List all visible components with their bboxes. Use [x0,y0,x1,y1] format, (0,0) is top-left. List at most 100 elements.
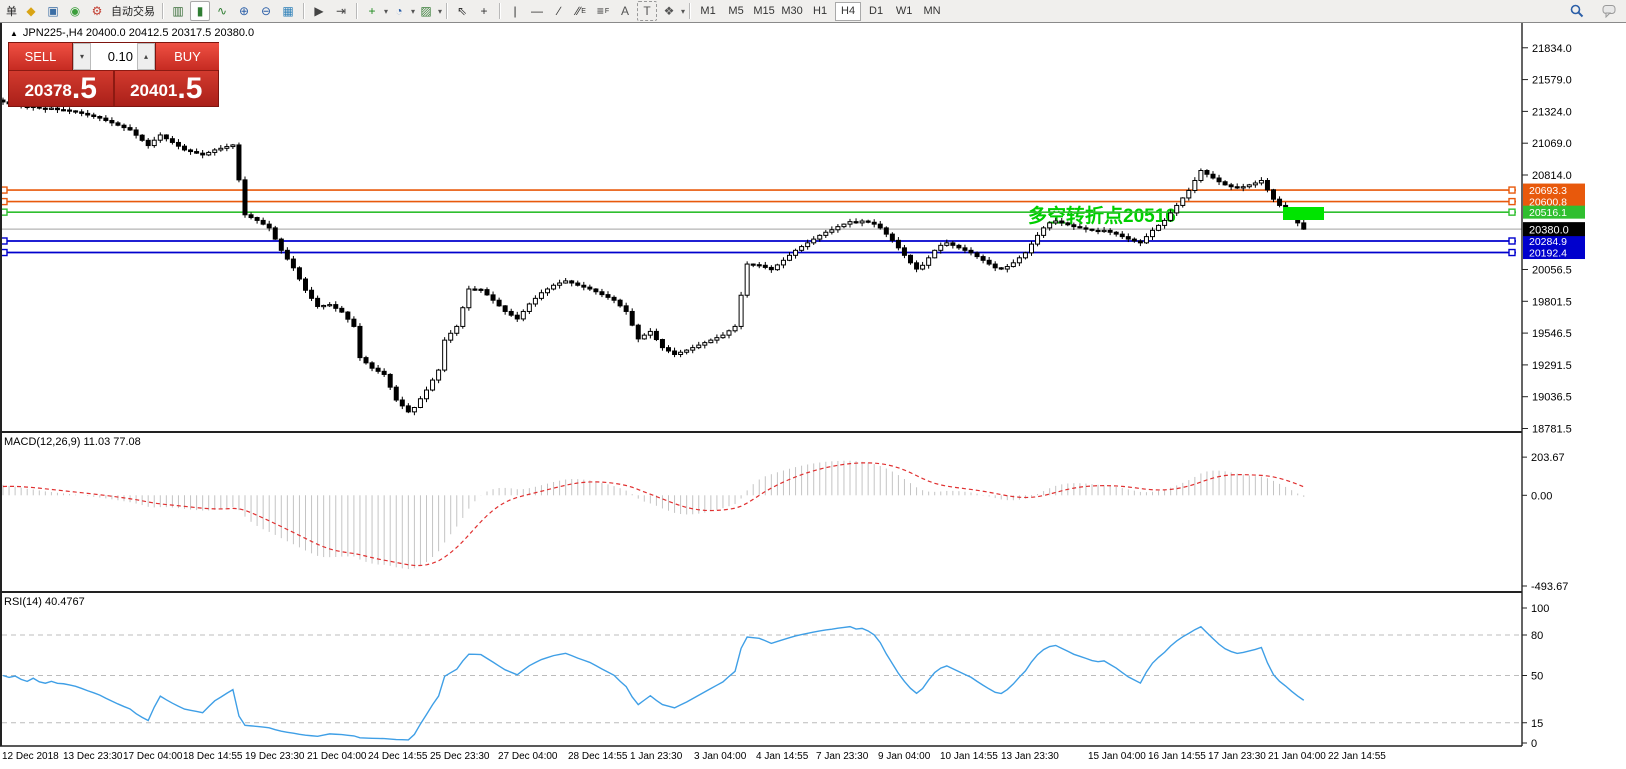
chart-shift-icon[interactable]: ⇥ [331,1,351,21]
autotrading-icon[interactable]: ⚙ [87,1,107,21]
text-icon[interactable]: A [615,1,635,21]
price-tick-label: 19291.5 [1532,360,1572,372]
indicators-icon-dropdown[interactable]: ▾ [384,7,388,16]
timeframe-button-D1[interactable]: D1 [863,2,889,21]
chart-area[interactable]: 多空转折点2051621834.021579.021324.021069.020… [0,0,1626,769]
line-anchor [1508,186,1516,194]
time-axis-label: 25 Dec 23:30 [430,751,490,762]
auto-scroll-icon[interactable]: ▶ [309,1,329,21]
buy-price[interactable]: 20401.5 [114,71,218,106]
price-tick-label: 20056.5 [1532,264,1572,276]
equidistant-channel-icon[interactable]: ∕∕ E [571,1,591,21]
sell-price-frac: .5 [71,72,97,105]
collapse-icon[interactable]: ▲ [10,29,18,38]
sell-price[interactable]: 20378.5 [9,71,113,106]
line-chart-icon[interactable]: ∿ [212,1,232,21]
crosshair-icon[interactable]: + [474,1,494,21]
rsi-axis-label: 50 [1531,671,1543,683]
timeframe-button-H4[interactable]: H4 [835,1,862,21]
price-tick-label: 21069.0 [1532,138,1572,150]
time-axis-label: 18 Dec 14:55 [183,751,243,762]
fibonacci-icon[interactable]: ≡ F [593,1,613,21]
trade-panel-top-row: SELL ▾ ▴ BUY [9,43,219,70]
trendline-icon[interactable]: ∕ [549,1,569,21]
time-axis-label: 28 Dec 14:55 [568,751,628,762]
tile-windows-icon[interactable]: ▦ [278,1,298,21]
zoom-in-icon[interactable]: ⊕ [234,1,254,21]
chart-window-icon[interactable]: ▣ [43,1,63,21]
price-tick-label: 18781.5 [1532,424,1572,436]
line-anchor [1508,248,1516,257]
arrows-icon[interactable]: ❖ [659,1,679,21]
horizontal-line-icon[interactable]: — [527,1,547,21]
sell-price-main: 20378 [24,81,72,101]
toolbar-separator [303,3,304,19]
time-axis-label: 21 Jan 04:00 [1268,751,1326,762]
timeframe-button-M15[interactable]: M15 [751,2,777,21]
time-axis-label: 10 Jan 14:55 [940,751,998,762]
macd-signal-line [2,462,1304,567]
time-axis-label: 13 Jan 23:30 [1001,751,1059,762]
cursor-icon[interactable]: ⇖ [452,1,472,21]
time-axis-label: 3 Jan 04:00 [694,751,747,762]
macd-axis-label: 203.67 [1531,452,1565,464]
zoom-out-icon[interactable]: ⊖ [256,1,276,21]
orders-label[interactable]: 单 [6,3,17,19]
price-tick-label: 20814.0 [1532,170,1572,182]
toolbar-right-group [1566,1,1626,21]
price-tick-label: 19801.5 [1532,296,1572,308]
volume-stepper: ▾ ▴ [72,43,156,70]
line-anchor [1508,208,1516,216]
main-toolbar: 单 ◆ ▣ ◉ ⚙ 自动交易 ▥ ▮ ∿ ⊕ ⊖ ▦ ▶ ⇥ + ▾ ◔ ▾ ▨ ▾ ⇖ + | — ∕ ∕∕ E ≡ F A T ❖ ▾ M1 M… [0,0,1626,23]
chat-icon[interactable] [1599,1,1619,21]
rsi-axis-label: 80 [1531,630,1543,642]
text-label-icon[interactable]: T [637,1,658,21]
trade-panel-price-row: 20378.5 20401.5 [9,71,218,106]
macd-indicator-label: MACD(12,26,9) 11.03 77.08 [4,436,141,448]
volume-input[interactable] [91,43,137,70]
green-highlight-box [1283,207,1324,220]
timeframe-button-MN[interactable]: MN [919,2,945,21]
bar-chart-icon[interactable]: ▥ [168,1,188,21]
rsi-axis-label: 100 [1531,603,1549,615]
templates-icon-dropdown[interactable]: ▾ [438,7,442,16]
timeframe-button-M1[interactable]: M1 [695,2,721,21]
timeframe-button-H1[interactable]: H1 [807,2,833,21]
candles [0,97,1307,416]
signals-icon[interactable]: ◉ [65,1,85,21]
buy-price-main: 20401 [130,81,178,101]
toolbar-left-group: 单 ◆ ▣ ◉ ⚙ 自动交易 ▥ ▮ ∿ ⊕ ⊖ ▦ ▶ ⇥ + ▾ ◔ ▾ ▨ ▾ ⇖ + | — ∕ ∕∕ E ≡ F A T ❖ ▾ M1 M… [0,0,946,22]
time-axis-label: 4 Jan 14:55 [756,751,809,762]
periods-icon[interactable]: ◔ [389,1,409,21]
arrows-icon-dropdown[interactable]: ▾ [681,7,685,16]
mt4-window: 单 ◆ ▣ ◉ ⚙ 自动交易 ▥ ▮ ∿ ⊕ ⊖ ▦ ▶ ⇥ + ▾ ◔ ▾ ▨ ▾ ⇖ + | — ∕ ∕∕ E ≡ F A T ❖ ▾ M1 M… [0,0,1626,769]
timeframe-button-M5[interactable]: M5 [723,2,749,21]
vertical-line-icon[interactable]: | [505,1,525,21]
time-axis-label: 7 Jan 23:30 [816,751,869,762]
time-axis[interactable]: 12 Dec 2018 13 Dec 23:30 17 Dec 04:00 18 De… [0,747,1626,769]
price-tick-label: 21834.0 [1532,43,1572,55]
sell-button[interactable]: SELL [9,43,72,70]
indicators-icon[interactable]: + [362,1,382,21]
macd-axis-label: -493.67 [1531,581,1568,593]
candlestick-chart-icon[interactable]: ▮ [190,1,210,21]
time-axis-label: 19 Dec 23:30 [245,751,305,762]
time-axis-label: 16 Jan 14:55 [1148,751,1206,762]
buy-button[interactable]: BUY [156,43,219,70]
hline-price-label: 20192.4 [1529,248,1567,260]
periods-icon-dropdown[interactable]: ▾ [411,7,415,16]
templates-icon[interactable]: ▨ [416,1,436,21]
volume-decrease-button[interactable]: ▾ [73,43,91,70]
macd-axis-label: 0.00 [1531,490,1552,502]
chart-title: ▲ JPN225-,H4 20400.0 20412.5 20317.5 2038… [10,27,254,39]
time-axis-label: 15 Jan 04:00 [1088,751,1146,762]
timeframe-button-M30[interactable]: M30 [779,2,805,21]
time-axis-label: 17 Jan 23:30 [1208,751,1266,762]
timeframe-button-W1[interactable]: W1 [891,2,917,21]
search-icon[interactable] [1567,1,1587,21]
buy-price-frac: .5 [177,72,203,105]
price-tick-label: 21579.0 [1532,75,1572,87]
new-order-icon[interactable]: ◆ [21,1,41,21]
volume-increase-button[interactable]: ▴ [137,43,155,70]
time-axis-label: 24 Dec 14:55 [368,751,428,762]
